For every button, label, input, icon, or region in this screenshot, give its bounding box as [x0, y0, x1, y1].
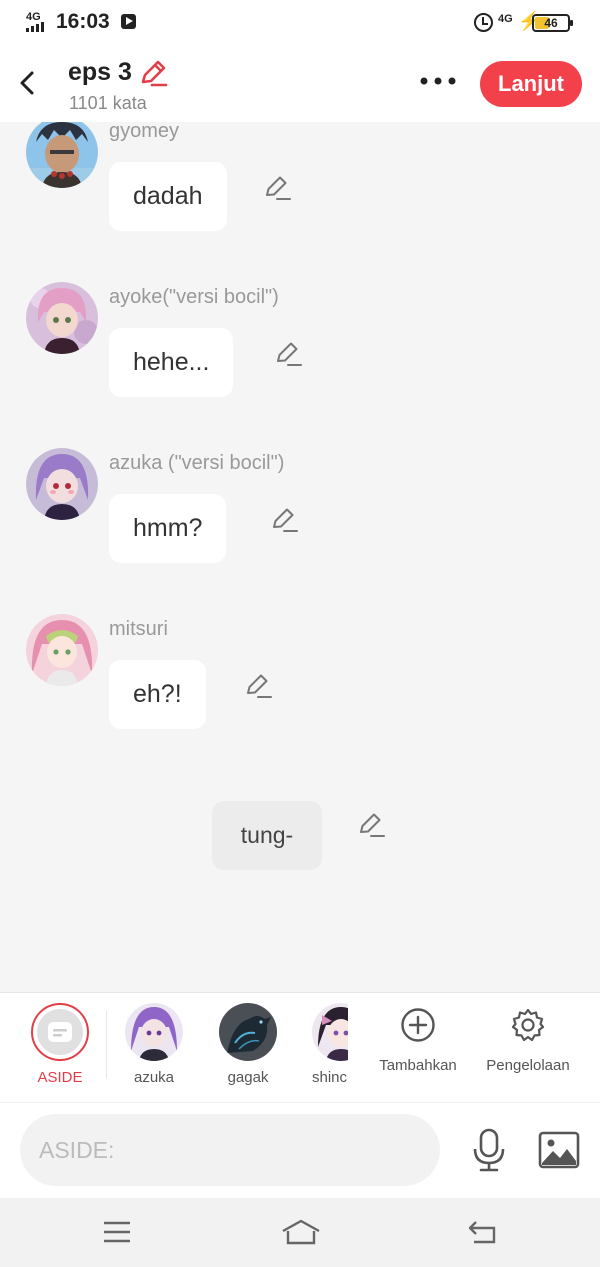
status-bar: 4G 16:03 4G ⚡ 46 [0, 0, 600, 48]
divider [106, 1011, 107, 1079]
tab-label: azuka [133, 1069, 175, 1086]
speaker-name: ayoke("versi bocil") [109, 286, 279, 308]
tab-aside[interactable]: ASIDE [30, 1003, 90, 1086]
chat-area: gyomey dadah ayoke("versi bocil") hehe..… [0, 122, 600, 992]
signal-icon: 4G [26, 12, 48, 34]
message-bubble[interactable]: hehe... [109, 328, 234, 397]
screen-record-icon [121, 14, 136, 29]
speaker-name: mitsuri [109, 618, 168, 640]
message-bubble[interactable]: hmm? [109, 494, 227, 563]
avatar-gyomey[interactable] [26, 122, 98, 188]
episode-title[interactable]: eps 3 [68, 58, 132, 87]
avatar [219, 1003, 277, 1061]
word-count: 1101 kata [69, 93, 147, 113]
input-bar [0, 1102, 600, 1198]
edit-message-icon[interactable] [263, 173, 291, 201]
system-nav-bar [0, 1198, 600, 1267]
message-bubble[interactable]: dadah [109, 162, 227, 231]
battery-icon: 46 [532, 14, 573, 32]
network-type: 4G [498, 13, 513, 25]
tab-label: ASIDE [37, 1069, 83, 1086]
tab-character-gagak[interactable]: gagak [218, 1003, 278, 1086]
add-character-button[interactable]: Tambahkan [370, 1007, 466, 1074]
message-input[interactable] [20, 1114, 440, 1186]
add-character-label: Tambahkan [379, 1057, 457, 1074]
manage-button[interactable]: Pengelolaan [480, 1007, 576, 1074]
avatar [125, 1003, 183, 1061]
aside-bubble[interactable]: tung- [212, 801, 322, 870]
tab-character-shinc[interactable]: shinc [312, 1003, 348, 1086]
more-options-icon[interactable] [418, 74, 458, 88]
menu-icon[interactable] [100, 1218, 134, 1246]
chevron-left-icon [20, 71, 34, 95]
avatar [312, 1003, 348, 1061]
alarm-icon [474, 13, 493, 32]
tab-character-azuka[interactable]: azuka [124, 1003, 184, 1086]
message-bubble[interactable]: eh?! [109, 660, 206, 729]
back-nav-icon[interactable] [466, 1218, 500, 1246]
home-icon[interactable] [280, 1218, 322, 1246]
tab-label: gagak [227, 1069, 269, 1086]
edit-message-icon[interactable] [244, 671, 272, 699]
character-tray: ASIDE azuka gagak shinc Tambahkan Pengel… [0, 992, 600, 1102]
edit-message-icon[interactable] [274, 339, 302, 367]
gear-icon [511, 1008, 545, 1042]
battery-level: 46 [544, 16, 558, 30]
tab-label: shinc [312, 1069, 348, 1086]
continue-button[interactable]: Lanjut [480, 61, 582, 107]
clock: 16:03 [56, 10, 110, 33]
top-bar: eps 3 1101 kata Lanjut [0, 48, 600, 122]
microphone-icon[interactable] [470, 1127, 508, 1173]
back-button[interactable] [14, 66, 42, 100]
plus-circle-icon [401, 1008, 435, 1042]
aside-avatar [31, 1003, 89, 1061]
image-icon[interactable] [538, 1131, 580, 1169]
edit-aside-icon[interactable] [357, 810, 385, 838]
avatar-azuka[interactable] [26, 448, 98, 520]
signal-label: 4G [26, 11, 41, 23]
avatar-mitsuri[interactable] [26, 614, 98, 686]
edit-message-icon[interactable] [270, 505, 298, 533]
avatar-ayoke[interactable] [26, 282, 98, 354]
speech-bubble-icon [48, 1022, 72, 1042]
manage-label: Pengelolaan [486, 1057, 570, 1074]
speaker-name: azuka ("versi bocil") [109, 452, 285, 474]
title-edit-icon[interactable] [138, 58, 168, 88]
speaker-name: gyomey [109, 122, 180, 142]
